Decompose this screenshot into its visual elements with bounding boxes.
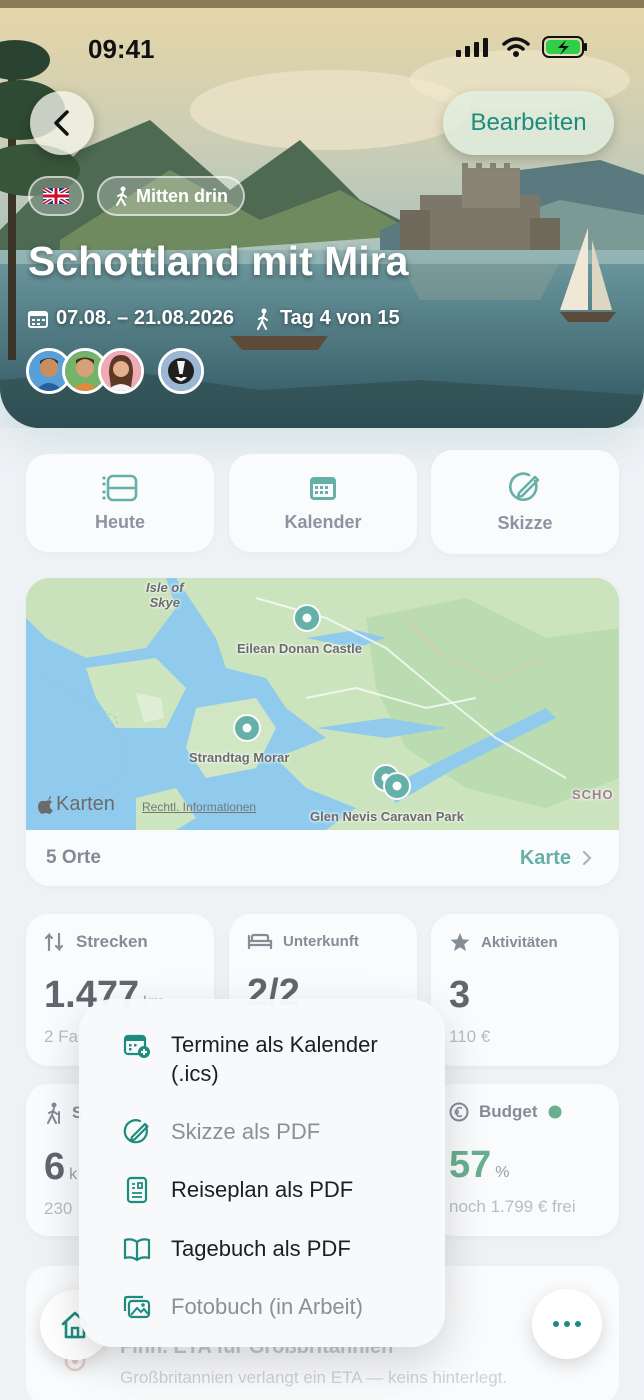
menu-item-label: Skizze als PDF xyxy=(171,1119,321,1144)
photos-icon xyxy=(123,1295,151,1319)
trip-day: Tag 4 von 15 xyxy=(279,307,400,329)
language-chip[interactable] xyxy=(28,176,84,216)
book-icon xyxy=(123,1238,151,1262)
trip-status-chip[interactable]: Mitten drin xyxy=(97,176,245,216)
hero-header: 09:41 Bearbeiten Mitten drin Schottland … xyxy=(0,0,644,428)
menu-item-diary-pdf[interactable]: Tagebuch als PDF xyxy=(123,1234,421,1263)
menu-item-label: Tagebuch als PDF xyxy=(171,1236,351,1261)
uk-flag-icon xyxy=(43,188,69,204)
export-menu: Termine als Kalender (.ics) Skizze als P… xyxy=(79,999,445,1347)
edit-button[interactable]: Bearbeiten xyxy=(443,91,614,155)
participants[interactable] xyxy=(26,348,204,394)
menu-item-label: Termine als Kalender (.ics) xyxy=(171,1032,378,1086)
walking-icon xyxy=(256,308,268,330)
menu-item-itinerary-pdf[interactable]: Reiseplan als PDF xyxy=(123,1175,421,1204)
battery-icon xyxy=(542,36,587,58)
status-icons xyxy=(456,36,588,58)
status-time: 09:41 xyxy=(88,34,155,64)
chevron-left-icon xyxy=(54,110,69,136)
menu-item-photobook[interactable]: Fotobuch (in Arbeit) xyxy=(123,1292,421,1321)
avatar[interactable] xyxy=(98,348,144,394)
walking-icon xyxy=(116,186,127,206)
signal-icon xyxy=(456,38,488,57)
trip-dates: 07.08. – 21.08.2026 xyxy=(56,307,234,329)
trip-meta: 07.08. – 21.08.2026 Tag 4 von 15 xyxy=(28,307,400,330)
avatar[interactable] xyxy=(158,348,204,394)
calendar-add-icon xyxy=(123,1034,150,1058)
menu-item-label: Fotobuch (in Arbeit) xyxy=(171,1294,363,1319)
document-icon xyxy=(126,1176,148,1204)
wifi-icon xyxy=(502,37,530,57)
back-button[interactable] xyxy=(30,91,94,155)
calendar-icon xyxy=(28,310,48,328)
sketch-icon xyxy=(123,1119,149,1144)
menu-item-label: Reiseplan als PDF xyxy=(171,1177,354,1202)
menu-item-calendar-export[interactable]: Termine als Kalender (.ics) xyxy=(123,1030,421,1088)
menu-item-sketch-pdf[interactable]: Skizze als PDF xyxy=(123,1117,421,1146)
trip-status-label: Mitten drin xyxy=(136,185,228,206)
trip-title: Schottland mit Mira xyxy=(28,238,409,284)
more-button[interactable] xyxy=(532,1289,602,1359)
more-dots-icon xyxy=(553,1321,581,1327)
